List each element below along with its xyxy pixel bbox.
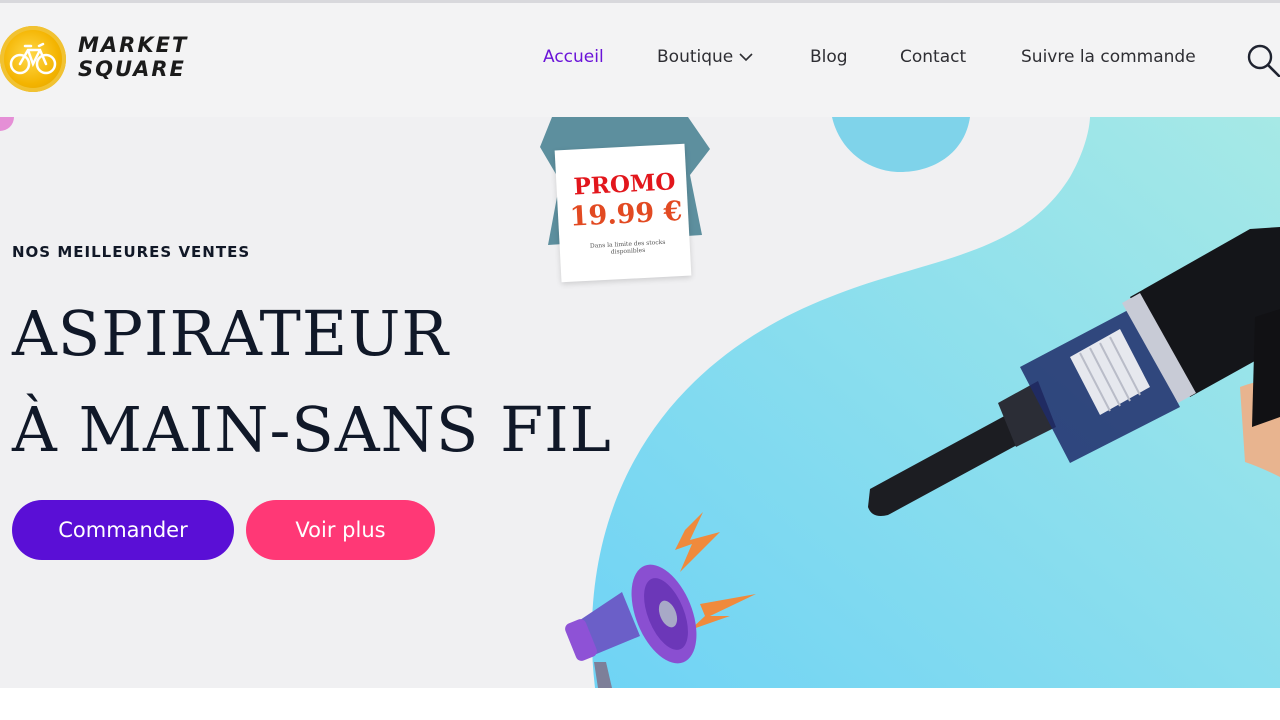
nav-item-blog[interactable]: Blog (810, 47, 848, 67)
chevron-down-icon (739, 47, 753, 67)
nav-item-accueil[interactable]: Accueil (543, 47, 604, 67)
handheld-vacuum-image (868, 227, 1280, 516)
voir-plus-button[interactable]: Voir plus (246, 500, 435, 560)
site-header: MARKET SQUARE Accueil Boutique Blog Cont… (0, 3, 1280, 117)
main-nav: Accueil Boutique Blog Contact Suivre la … (0, 3, 1280, 117)
nav-item-contact[interactable]: Contact (900, 47, 966, 67)
nav-item-suivre-commande[interactable]: Suivre la commande (1021, 47, 1196, 67)
nav-item-boutique[interactable]: Boutique (657, 47, 753, 67)
promo-card: PROMO 19.99 € Dans la limite des stocks … (554, 143, 692, 283)
promo-price: 19.99 € (568, 195, 684, 233)
commander-button[interactable]: Commander (12, 500, 234, 560)
promo-tag: PROMO 19.99 € Dans la limite des stocks … (540, 117, 720, 283)
search-icon[interactable] (1246, 43, 1280, 78)
hero-banner: PROMO 19.99 € Dans la limite des stocks … (0, 117, 1280, 688)
hero-title-line-2: À MAIN-SANS FIL (12, 393, 612, 466)
page-bottom (0, 688, 1280, 720)
hero-eyebrow: NOS MEILLEURES VENTES (12, 243, 251, 261)
nav-item-boutique-label: Boutique (657, 47, 734, 67)
hero-title-line-1: ASPIRATEUR (12, 297, 450, 370)
promo-note: Dans la limite des stocks disponibles (589, 238, 666, 256)
megaphone-icon (565, 512, 756, 688)
